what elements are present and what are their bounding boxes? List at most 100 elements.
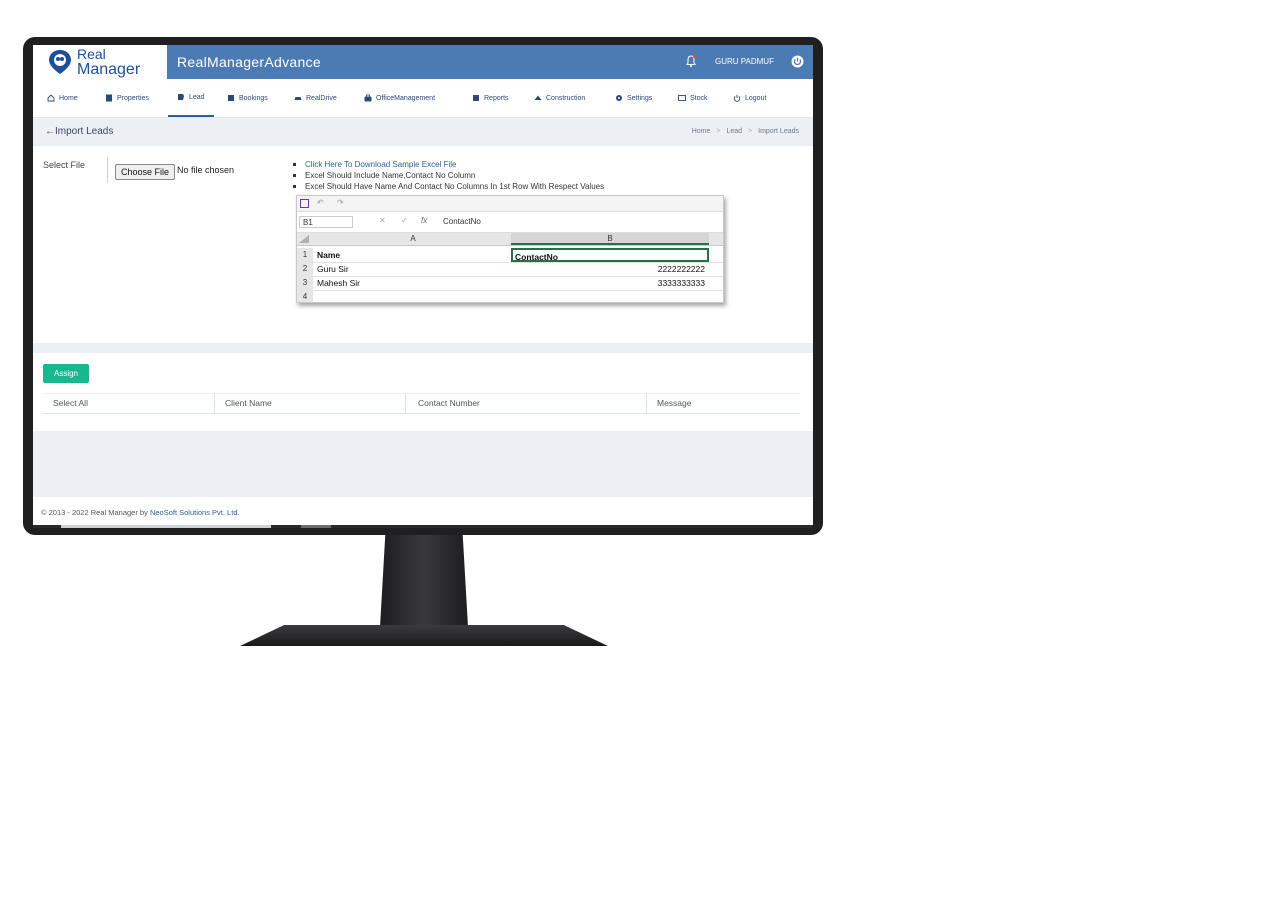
leads-table-header: Select All Client Name Contact Number Me… bbox=[43, 393, 800, 414]
breadcrumb-bar: ←Import Leads Home > Lead > Import Leads bbox=[33, 118, 813, 146]
excel-col-b: B bbox=[511, 233, 709, 245]
excel-row-number: 4 bbox=[297, 290, 313, 302]
column-message: Message bbox=[657, 398, 692, 408]
monitor-stand-neck bbox=[380, 535, 468, 627]
excel-row-number: 3 bbox=[297, 276, 313, 290]
footer-company-link[interactable]: NeoSoft Solutions Pvt. Ltd. bbox=[150, 508, 240, 517]
excel-cell-a: Name bbox=[317, 250, 341, 260]
screen-bottom-edge bbox=[33, 525, 813, 528]
undo-icon: ↶ bbox=[317, 198, 324, 207]
logo-line-2: Manager bbox=[77, 61, 141, 78]
section-divider bbox=[33, 343, 813, 353]
excel-row: 2 Guru Sir 2222222222 bbox=[297, 262, 723, 277]
chevron-right-icon: > bbox=[716, 128, 721, 135]
logo-line-1: Real bbox=[77, 46, 106, 62]
footer-copyright: © 2013 - 2022 Real Manager by bbox=[41, 508, 150, 517]
breadcrumb: Home > Lead > Import Leads bbox=[692, 128, 799, 135]
nav-label-construction: Construction bbox=[546, 94, 586, 102]
download-sample-link[interactable]: Click Here To Download Sample Excel File bbox=[292, 159, 604, 170]
nav-label-reports: Reports bbox=[484, 94, 509, 102]
nav-item-lead[interactable]: Lead bbox=[168, 79, 214, 117]
assign-button[interactable]: Assign bbox=[43, 364, 89, 383]
back-link[interactable]: ←Import Leads bbox=[45, 126, 113, 137]
page-title: Import Leads bbox=[55, 126, 114, 137]
excel-namebox: B1 bbox=[299, 216, 353, 228]
instruction-item: Excel Should Have Name And Contact No Co… bbox=[292, 182, 605, 191]
select-file-label: Select File bbox=[43, 160, 86, 170]
bookmark-icon bbox=[228, 95, 234, 101]
excel-cell-b: 3333333333 bbox=[657, 278, 705, 288]
excel-cell-b: 2222222222 bbox=[657, 264, 705, 274]
user-name[interactable]: GURU PADMUF bbox=[715, 57, 774, 66]
instructions-list: Click Here To Download Sample Excel File… bbox=[291, 159, 604, 192]
check-icon: ✓ bbox=[401, 216, 408, 225]
content-bottom-area bbox=[33, 431, 813, 497]
nav-item-properties[interactable]: Properties bbox=[105, 79, 149, 117]
excel-cell-b: ContactNo bbox=[511, 248, 709, 262]
nav-label-properties: Properties bbox=[117, 94, 149, 102]
app-screen: Real Manager RealManagerAdvance GURU PAD… bbox=[33, 45, 813, 528]
excel-row-number: 2 bbox=[297, 262, 313, 276]
car-icon bbox=[294, 97, 302, 100]
choose-file-button[interactable]: Choose File bbox=[115, 164, 175, 180]
nav-item-officemanagement[interactable]: OfficeManagement bbox=[364, 79, 435, 117]
breadcrumb-lead[interactable]: Lead bbox=[726, 128, 742, 135]
excel-row: 4 bbox=[297, 290, 723, 302]
nav-item-stock[interactable]: Stock bbox=[678, 79, 708, 117]
nav-label-officemanagement: OfficeManagement bbox=[376, 94, 436, 102]
excel-formula: ContactNo bbox=[443, 217, 481, 226]
column-client-name: Client Name bbox=[215, 394, 406, 413]
excel-corner bbox=[299, 235, 309, 243]
home-icon bbox=[47, 94, 55, 102]
nav-item-settings[interactable]: Settings bbox=[615, 79, 652, 117]
nav-label-bookings: Bookings bbox=[239, 94, 268, 102]
breadcrumb-current: Import Leads bbox=[758, 128, 799, 135]
main-nav: Home Properties Lead Bookings RealDrive … bbox=[33, 79, 813, 118]
nav-item-home[interactable]: Home bbox=[47, 79, 78, 117]
briefcase-icon bbox=[364, 94, 372, 102]
excel-col-a: A bbox=[315, 233, 512, 245]
instruction-item: Excel Should Include Name,Contact No Col… bbox=[292, 170, 604, 181]
excel-row: 3 Mahesh Sir 3333333333 bbox=[297, 276, 723, 291]
settings-icon bbox=[616, 95, 622, 101]
nav-label-settings: Settings bbox=[627, 94, 653, 102]
report-icon bbox=[473, 95, 479, 101]
logo[interactable]: Real Manager bbox=[33, 45, 167, 79]
top-header: Real Manager RealManagerAdvance GURU PAD… bbox=[33, 45, 813, 79]
nav-item-logout[interactable]: Logout bbox=[733, 79, 766, 117]
nav-label-home: Home bbox=[59, 94, 78, 102]
excel-toolbar: ↶ ↷ bbox=[297, 196, 723, 212]
nav-label-lead: Lead bbox=[189, 93, 205, 101]
footer: © 2013 - 2022 Real Manager by NeoSoft So… bbox=[41, 508, 240, 517]
excel-cell-a: Mahesh Sir bbox=[317, 278, 360, 288]
excel-row: 1 Name ContactNo bbox=[297, 248, 723, 263]
nav-item-reports[interactable]: Reports bbox=[472, 79, 509, 117]
nav-item-realdrive[interactable]: RealDrive bbox=[294, 79, 337, 117]
power-icon bbox=[733, 94, 741, 102]
nav-item-bookings[interactable]: Bookings bbox=[227, 79, 268, 117]
logo-pin-icon bbox=[49, 50, 71, 74]
column-select-all[interactable]: Select All bbox=[43, 394, 215, 413]
arrow-left-icon: ← bbox=[45, 126, 55, 137]
cancel-icon: ✕ bbox=[379, 216, 386, 225]
app-title: RealManagerAdvance bbox=[177, 54, 321, 70]
fx-icon: fx bbox=[421, 216, 428, 225]
column-contact-number: Contact Number bbox=[406, 394, 647, 413]
save-icon bbox=[300, 199, 309, 208]
bottom-edge-highlight bbox=[301, 525, 331, 528]
excel-cell-a: Guru Sir bbox=[317, 264, 349, 274]
redo-icon: ↷ bbox=[337, 198, 344, 207]
stock-icon bbox=[678, 95, 686, 101]
nav-item-construction[interactable]: Construction bbox=[534, 79, 585, 117]
breadcrumb-home[interactable]: Home bbox=[692, 128, 711, 135]
bottom-edge-highlight bbox=[61, 525, 271, 528]
building-icon bbox=[106, 94, 112, 102]
monitor-stand-base bbox=[240, 625, 608, 646]
bell-icon[interactable] bbox=[684, 54, 698, 68]
chevron-right-icon: > bbox=[748, 128, 753, 135]
divider bbox=[107, 157, 108, 183]
power-icon[interactable] bbox=[791, 55, 804, 68]
file-status: No file chosen bbox=[177, 165, 235, 175]
excel-formula-bar: B1 ✕ ✓ fx ContactNo bbox=[297, 212, 723, 233]
nav-label-stock: Stock bbox=[690, 94, 708, 102]
